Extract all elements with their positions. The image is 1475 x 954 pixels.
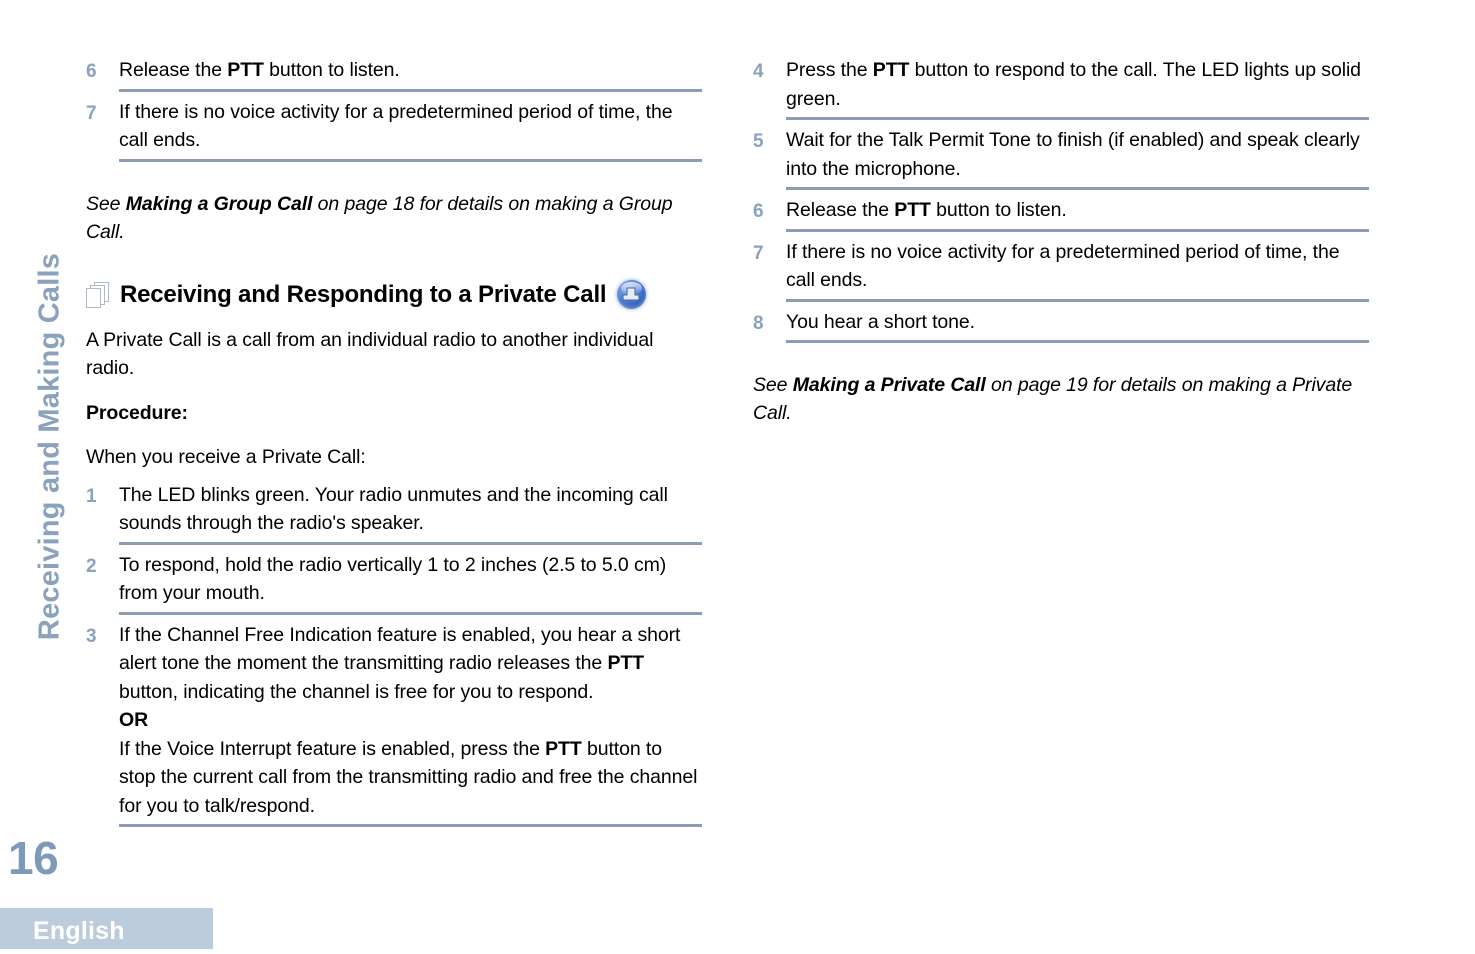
step-text: If the Channel Free Indication feature i… <box>119 623 698 817</box>
stacked-pages-icon <box>86 280 112 310</box>
step-number: 5 <box>753 131 764 152</box>
left-steps-continued-list: 6 Release the PTT button to listen. 7 If… <box>86 56 702 168</box>
step-item: 6 Release the PTT button to listen. <box>753 196 1369 238</box>
language-tab: English <box>0 908 213 949</box>
procedure-lead-in: When you receive a Private Call: <box>86 446 366 468</box>
step-number: 4 <box>753 61 764 82</box>
sidebar: Receiving and Making Calls 16 English <box>0 0 213 954</box>
step-body: Wait for the Talk Permit Tone to finish … <box>786 126 1369 190</box>
step-text: If there is no voice activity for a pred… <box>786 240 1340 292</box>
step-item: 3 If the Channel Free Indication feature… <box>86 621 702 834</box>
section-intro-paragraph: A Private Call is a call from an individ… <box>86 328 654 380</box>
private-call-steps-list: 1 The LED blinks green. Your radio unmut… <box>86 481 702 834</box>
step-body: To respond, hold the radio vertically 1 … <box>119 551 702 615</box>
step-body: Release the PTT button to listen. <box>786 196 1369 232</box>
step-number: 7 <box>86 102 97 124</box>
see-also-note-group-call: See Making a Group Call on page 18 for d… <box>86 192 673 243</box>
step-item: 2 To respond, hold the radio vertically … <box>86 551 702 621</box>
right-steps-list: 4 Press the PTT button to respond to the… <box>753 56 1369 349</box>
step-text: You hear a short tone. <box>786 310 975 333</box>
step-text: Press the PTT button to respond to the c… <box>786 59 1361 110</box>
step-text: Release the PTT button to listen. <box>786 199 1067 221</box>
section-title: Receiving and Responding to a Private Ca… <box>120 280 607 308</box>
step-text: To respond, hold the radio vertically 1 … <box>119 553 667 605</box>
step-text: The LED blinks green. Your radio unmutes… <box>119 483 668 535</box>
step-text: Release the PTT button to listen. <box>119 59 400 81</box>
step-text: If there is no voice activity for a pred… <box>119 100 673 152</box>
step-item: 7 If there is no voice activity for a pr… <box>753 238 1369 308</box>
chapter-title-vertical: Receiving and Making Calls <box>33 252 66 641</box>
see-also-note-private-call: See Making a Private Call on page 19 for… <box>753 374 1353 424</box>
step-item: 7 If there is no voice activity for a pr… <box>86 98 702 168</box>
step-item: 4 Press the PTT button to respond to the… <box>753 56 1369 126</box>
step-body: You hear a short tone. <box>786 308 1369 343</box>
procedure-label: Procedure: <box>86 401 188 424</box>
step-body: Release the PTT button to listen. <box>119 56 702 92</box>
step-number: 2 <box>86 555 97 577</box>
step-text: Wait for the Talk Permit Tone to finish … <box>786 129 1360 180</box>
step-item: 1 The LED blinks green. Your radio unmut… <box>86 481 702 551</box>
step-item: 8 You hear a short tone. <box>753 308 1369 350</box>
step-item: 5 Wait for the Talk Permit Tone to finis… <box>753 126 1369 196</box>
step-number: 7 <box>753 242 764 264</box>
step-number: 6 <box>753 201 764 222</box>
step-body: If there is no voice activity for a pred… <box>786 238 1369 302</box>
step-body: Press the PTT button to respond to the c… <box>786 56 1369 120</box>
section-heading: Receiving and Responding to a Private Ca… <box>86 280 702 310</box>
page-number: 16 <box>8 832 59 884</box>
left-column: 6 Release the PTT button to listen. 7 If… <box>86 56 702 833</box>
blue-pulse-circle-icon <box>617 280 647 309</box>
step-body: If the Channel Free Indication feature i… <box>119 621 702 827</box>
step-body: If there is no voice activity for a pred… <box>119 98 702 162</box>
step-number: 6 <box>86 61 97 82</box>
step-item: 6 Release the PTT button to listen. <box>86 56 702 98</box>
step-number: 3 <box>86 625 97 647</box>
right-column: 4 Press the PTT button to respond to the… <box>753 56 1369 427</box>
language-tab-label: English <box>33 917 125 945</box>
step-number: 8 <box>753 312 764 334</box>
step-number: 1 <box>86 485 97 507</box>
step-body: The LED blinks green. Your radio unmutes… <box>119 481 702 545</box>
